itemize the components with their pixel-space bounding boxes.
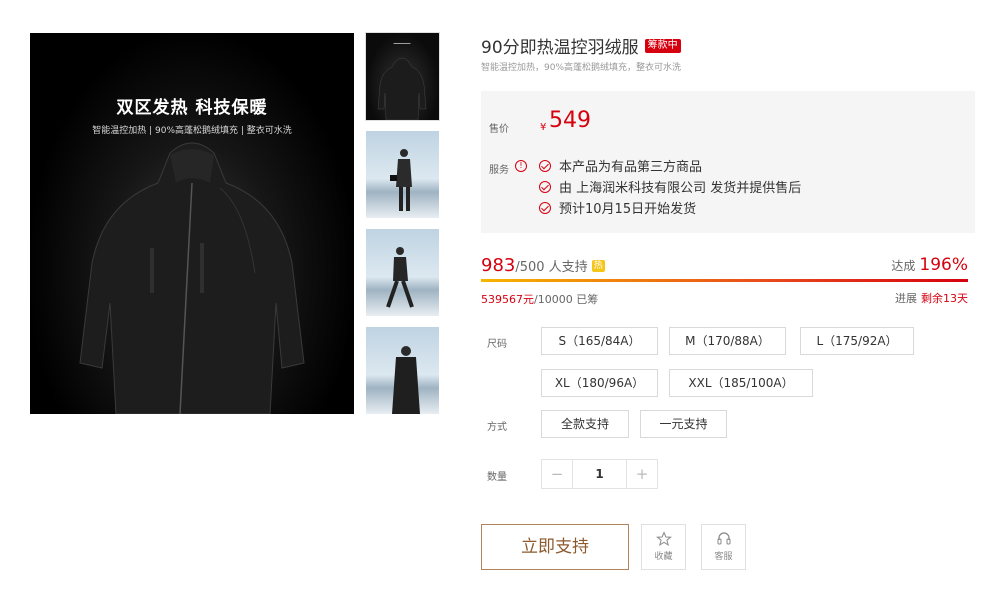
remain-days: 剩余13天 — [921, 292, 968, 305]
quantity-label: 数量 — [487, 472, 507, 483]
raised-suffix: /10000 已筹 — [534, 293, 599, 306]
reach-label: 达成 — [891, 259, 916, 273]
size-label: 尺码 — [487, 339, 507, 350]
check-circle-icon — [539, 180, 551, 193]
thumbnail-4[interactable] — [366, 327, 439, 414]
favorite-button[interactable]: 收藏 — [641, 524, 686, 570]
thumbnail-2[interactable] — [366, 131, 439, 218]
size-option-l[interactable]: L（175/92A） — [800, 327, 914, 355]
main-product-image: 双区发热 科技保暖 智能温控加热 | 90%高蓬松鹅绒填充 | 整衣可水洗 — [30, 33, 354, 414]
status-badge: 筹款中 — [644, 38, 681, 53]
size-option-xxl[interactable]: XXL（185/100A） — [669, 369, 813, 397]
price-value: 549 — [549, 108, 591, 133]
progress-summary: 983 /500 人支持 热 达成 196% — [481, 255, 968, 277]
title-row: 90分即热温控羽绒服 筹款中 — [481, 33, 681, 58]
service-item-text: 预计10月15日开始发货 — [559, 202, 697, 217]
size-option-xl[interactable]: XL（180/96A） — [541, 369, 658, 397]
supporters-number: 983 — [481, 255, 516, 276]
reach-rate: 达成 196% — [891, 255, 968, 275]
size-option-s[interactable]: S（165/84A） — [541, 327, 658, 355]
progress-bar — [481, 279, 968, 282]
support-now-button[interactable]: 立即支持 — [481, 524, 629, 570]
quantity-stepper: − 1 + — [541, 459, 658, 489]
headset-icon — [717, 532, 730, 545]
raised-amount: 539567元 — [481, 293, 534, 306]
service-item: 由 上海润米科技有限公司 发货并提供售后 — [539, 176, 801, 197]
svg-text:━━━━━━━: ━━━━━━━ — [393, 41, 411, 46]
info-icon[interactable]: ! — [515, 160, 527, 172]
reach-percent: 196% — [919, 255, 968, 275]
progress-fill — [481, 279, 968, 282]
remain-label: 进展 — [895, 292, 917, 305]
service-label: 服务 — [489, 165, 509, 176]
check-circle-icon — [539, 159, 551, 172]
size-option-m[interactable]: M（170/88A） — [669, 327, 786, 355]
quantity-value[interactable]: 1 — [572, 460, 627, 488]
image-subline: 智能温控加热 | 90%高蓬松鹅绒填充 | 整衣可水洗 — [92, 126, 292, 136]
star-icon — [655, 531, 672, 546]
favorite-label: 收藏 — [654, 552, 673, 562]
price-panel: 售价 ¥ 549 服务 ! 本产品为有品第三方商品 由 上海润米科技有限公司 发… — [481, 91, 975, 233]
remaining-time: 进展 剩余13天 — [895, 290, 968, 306]
mode-option-full[interactable]: 全款支持 — [541, 410, 629, 438]
service-list: 本产品为有品第三方商品 由 上海润米科技有限公司 发货并提供售后 预计10月15… — [539, 155, 801, 218]
product-subtitle: 智能温控加热，90%高蓬松鹅绒填充，整衣可水洗 — [481, 63, 682, 73]
service-item-text: 本产品为有品第三方商品 — [559, 160, 703, 175]
supporters-suffix: /500 人支持 — [515, 260, 588, 275]
thumbnail-list: ━━━━━━━ — [365, 32, 440, 425]
hot-badge: 热 — [591, 259, 605, 272]
supporter-count: 983 /500 人支持 热 — [481, 255, 605, 276]
thumbnail-1[interactable]: ━━━━━━━ — [365, 32, 440, 121]
mode-label: 方式 — [487, 422, 507, 433]
service-button-label: 客服 — [714, 552, 733, 562]
customer-service-button[interactable]: 客服 — [701, 524, 746, 570]
quantity-increase-button[interactable]: + — [627, 460, 657, 488]
check-circle-icon — [539, 201, 551, 214]
funds-raised: 539567元/10000 已筹 — [481, 291, 598, 307]
price-label: 售价 — [489, 124, 509, 135]
mode-option-one-yuan[interactable]: 一元支持 — [640, 410, 727, 438]
product-title: 90分即热温控羽绒服 — [481, 38, 639, 58]
service-item: 本产品为有品第三方商品 — [539, 155, 801, 176]
currency-symbol: ¥ — [540, 122, 547, 133]
thumbnail-3[interactable] — [366, 229, 439, 316]
service-item: 预计10月15日开始发货 — [539, 197, 801, 218]
image-headline: 双区发热 科技保暖 — [116, 98, 268, 118]
service-item-text: 由 上海润米科技有限公司 发货并提供售后 — [559, 181, 802, 196]
quantity-decrease-button[interactable]: − — [542, 460, 572, 488]
